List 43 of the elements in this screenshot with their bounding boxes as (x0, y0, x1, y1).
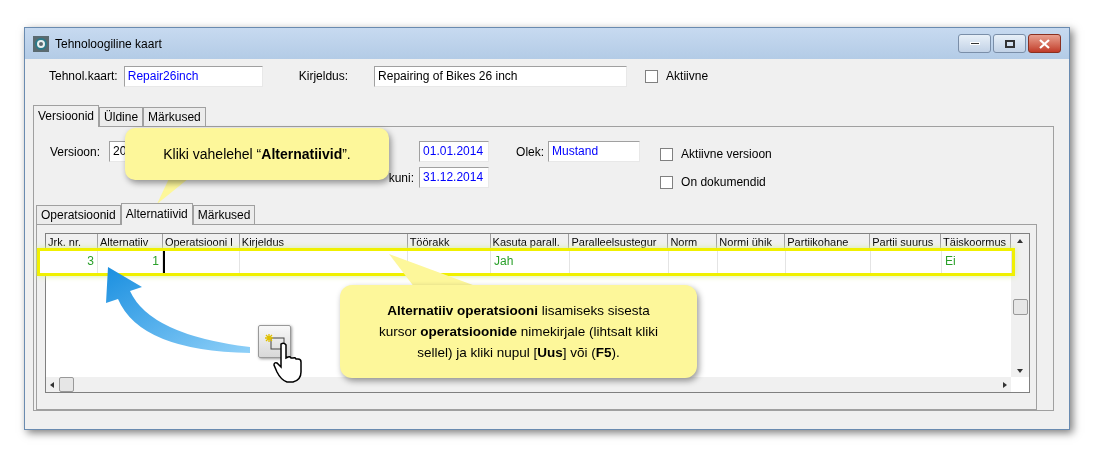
callout-text: Alternatiiv operatsiooni lisamiseks sisesta kursor operatsioonide nimekirjale (lihtsalt kliki sellel) ja kliki nupul [Uus] või (F5). (377, 302, 660, 362)
gear-icon (33, 35, 49, 52)
scrollbar[interactable] (1011, 234, 1029, 377)
table-cell: Ei (942, 251, 1012, 273)
field-label: Versioon: (50, 143, 101, 161)
tab[interactable]: Üldine (99, 107, 144, 126)
scroll-down-icon[interactable] (1017, 369, 1023, 373)
checkbox[interactable] (645, 69, 659, 83)
scrollbar[interactable] (46, 377, 1011, 392)
text-field[interactable]: Mustand (548, 141, 641, 162)
scroll-thumb[interactable] (59, 377, 74, 392)
field-label: Kirjeldus: (298, 68, 349, 85)
close-button[interactable] (1028, 34, 1061, 53)
scroll-up-icon[interactable] (1017, 239, 1023, 243)
maximize-button[interactable] (993, 34, 1026, 53)
tab[interactable]: Märkused (143, 107, 206, 126)
tab[interactable]: Versioonid (33, 105, 100, 127)
checkbox[interactable] (660, 175, 674, 189)
tab[interactable]: Märkused (192, 205, 256, 224)
text-field[interactable]: Repairing of Bikes 26 inch (374, 65, 628, 87)
minimize-icon (969, 42, 980, 45)
maximize-icon (1004, 39, 1015, 48)
field-label: Aktiivne versioon (681, 146, 772, 163)
scroll-left-icon[interactable] (50, 381, 54, 388)
field-label: Tehnol.kaart: (49, 68, 118, 85)
field-label: On dokumendid (681, 174, 766, 191)
text-field[interactable]: 31.12.2014 (419, 167, 490, 188)
table-cell: 3 (46, 251, 98, 273)
close-icon (1039, 38, 1050, 49)
text-field[interactable]: Repair26inch (123, 65, 263, 87)
window-title: Tehnoloogiline kaart (55, 35, 162, 53)
tab[interactable]: Operatsioonid (36, 205, 121, 224)
text-field[interactable]: 01.01.2014 (419, 141, 490, 162)
table-row[interactable]: 3 1 Jah Ei (40, 251, 1012, 273)
scroll-thumb[interactable] (1012, 299, 1028, 315)
field-label: Aktiivne (666, 68, 709, 85)
field-label: Olek: (516, 143, 545, 161)
checkbox[interactable] (660, 147, 674, 161)
tab[interactable]: Alternatiivid (120, 203, 193, 225)
callout-text: Kliki vahelehel “Alternatiivid”. (163, 144, 351, 164)
field-label: kuni: (388, 169, 415, 187)
table-cell: Jah (491, 251, 570, 273)
scroll-right-icon[interactable] (1003, 381, 1007, 388)
